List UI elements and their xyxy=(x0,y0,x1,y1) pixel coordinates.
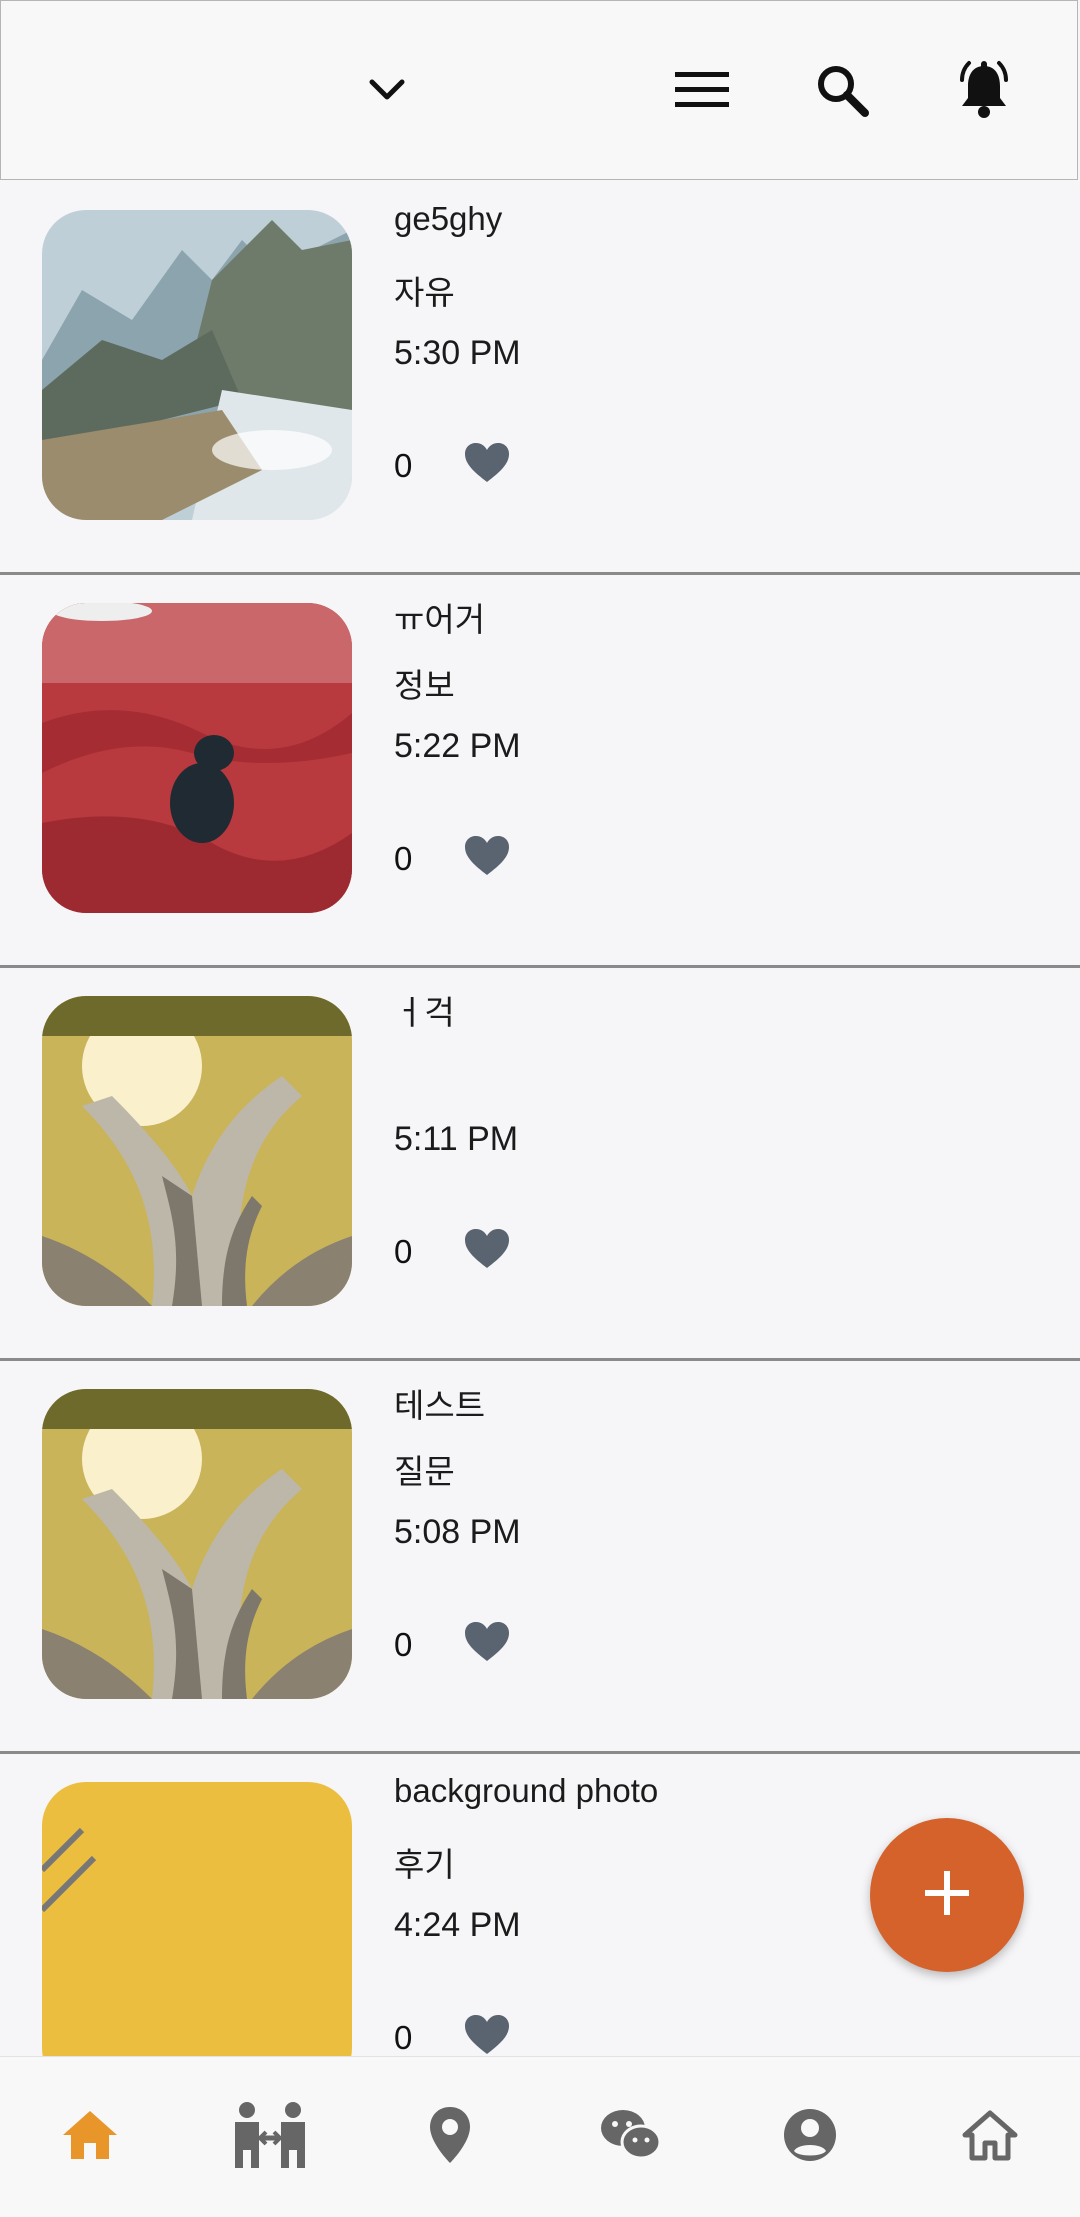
nav-home[interactable] xyxy=(30,2077,150,2197)
friends-icon xyxy=(230,2100,310,2175)
like-count: 0 xyxy=(394,1625,413,1663)
post-time: 4:24 PM xyxy=(394,1906,521,1944)
plus-icon xyxy=(925,1870,969,1920)
notification-bell-icon[interactable] xyxy=(952,58,1016,122)
post-title: ge5ghy xyxy=(394,200,503,237)
post-thumbnail-giant-tree xyxy=(42,996,352,1306)
profile-icon xyxy=(782,2107,838,2168)
likes-row: 0 xyxy=(394,835,510,882)
top-app-bar xyxy=(0,0,1078,180)
post-time: 5:22 PM xyxy=(394,727,521,765)
post-time: 5:11 PM xyxy=(394,1120,519,1158)
post-category: 정보 xyxy=(394,667,455,704)
house-outline-icon xyxy=(961,2109,1019,2166)
heart-icon[interactable] xyxy=(464,1621,510,1668)
post-title: ㅠ어거 xyxy=(394,601,486,638)
bottom-navigation xyxy=(0,2056,1080,2217)
heart-icon[interactable] xyxy=(464,2014,510,2061)
nav-chat[interactable] xyxy=(570,2077,690,2197)
nav-location[interactable] xyxy=(390,2077,510,2197)
post-item[interactable]: ㅓ걱 5:11 PM 0 xyxy=(0,968,1080,1361)
post-item[interactable]: ge5ghy 자유 5:30 PM 0 xyxy=(0,182,1080,575)
post-thumbnail-mountain-river xyxy=(42,210,352,520)
location-pin-icon xyxy=(428,2105,472,2170)
like-count: 0 xyxy=(394,839,413,877)
post-item[interactable]: 테스트 질문 5:08 PM 0 xyxy=(0,1361,1080,1754)
post-category: 후기 xyxy=(394,1846,455,1883)
nav-house[interactable] xyxy=(930,2077,1050,2197)
post-category: 자유 xyxy=(394,274,455,311)
likes-row: 0 xyxy=(394,442,510,489)
post-time: 5:08 PM xyxy=(394,1513,521,1551)
like-count: 0 xyxy=(394,2018,413,2056)
menu-icon[interactable] xyxy=(675,72,729,108)
likes-row: 0 xyxy=(394,2014,510,2061)
nav-profile[interactable] xyxy=(750,2077,870,2197)
post-title: ㅓ걱 xyxy=(394,994,455,1031)
post-category: 질문 xyxy=(394,1453,455,1490)
home-icon xyxy=(61,2109,119,2166)
post-title: 테스트 xyxy=(394,1387,486,1424)
post-thumbnail-dog-red-nets xyxy=(42,603,352,913)
nav-friends[interactable] xyxy=(210,2077,330,2197)
chevron-down-icon[interactable] xyxy=(367,77,407,103)
chat-icon xyxy=(599,2108,662,2167)
post-thumbnail-giant-tree xyxy=(42,1389,352,1699)
post-item[interactable]: ㅠ어거 정보 5:22 PM 0 xyxy=(0,575,1080,968)
heart-icon[interactable] xyxy=(464,1228,510,1275)
add-post-button[interactable] xyxy=(870,1818,1024,1972)
likes-row: 0 xyxy=(394,1228,510,1275)
search-icon[interactable] xyxy=(815,63,869,117)
heart-icon[interactable] xyxy=(464,835,510,882)
likes-row: 0 xyxy=(394,1621,510,1668)
post-thumbnail-yellow-background xyxy=(42,1782,352,2092)
post-title: background photo xyxy=(394,1772,659,1809)
like-count: 0 xyxy=(394,446,413,484)
post-time: 5:30 PM xyxy=(394,334,521,372)
like-count: 0 xyxy=(394,1232,413,1270)
heart-icon[interactable] xyxy=(464,442,510,489)
